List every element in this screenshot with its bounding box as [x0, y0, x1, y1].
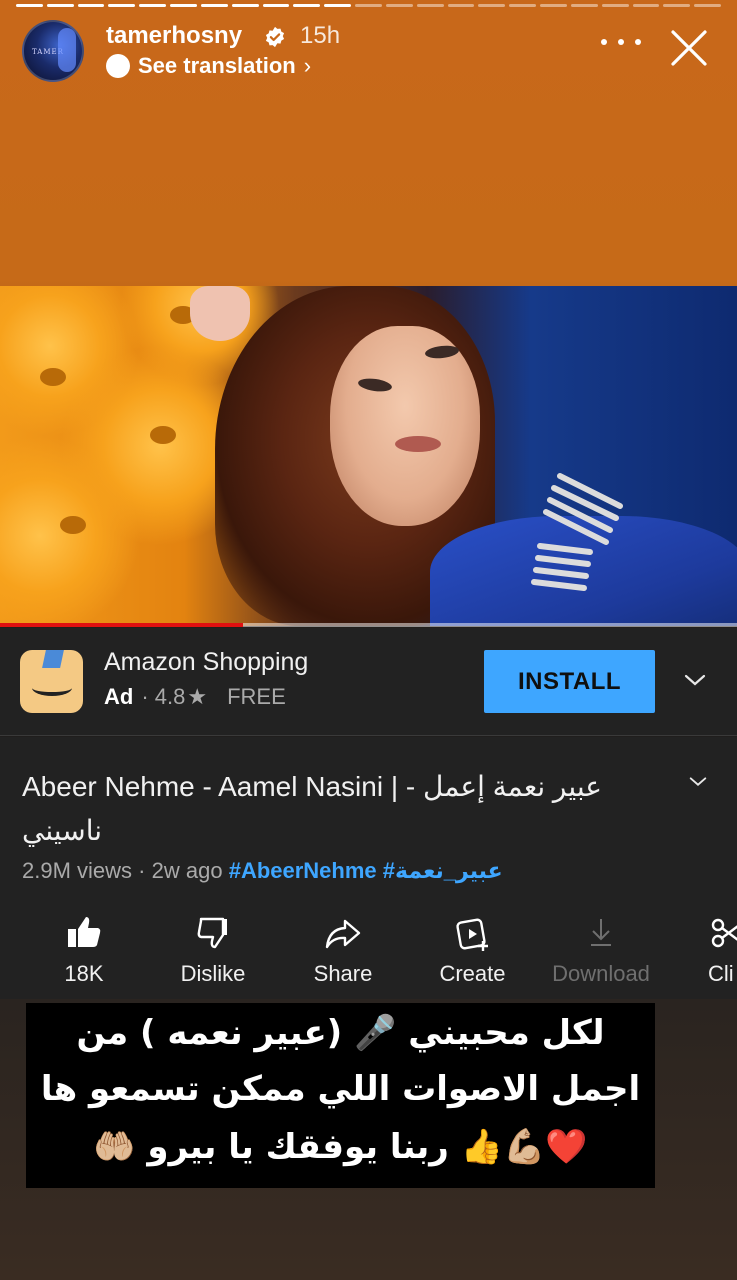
video-info: Abeer Nehme - Aamel Nasini | - عبير نعمة… — [0, 737, 737, 999]
download-label: Download — [552, 961, 650, 986]
story-progress-segment — [694, 4, 722, 7]
view-count: 2.9M views — [22, 858, 133, 883]
dislike-button[interactable]: Dislike — [168, 913, 258, 987]
like-count: 18K — [64, 961, 104, 986]
story-progress-segment — [632, 4, 660, 7]
singer-face — [330, 326, 480, 526]
share-label: Share — [313, 961, 373, 986]
ad-app-name: Amazon Shopping — [104, 648, 309, 676]
post-time: 15h — [300, 22, 341, 49]
caption-line-3: ❤️💪🏼👍 ربنا يوفقك يا بيرو 🤲🏼 — [93, 1127, 588, 1167]
see-translation-button[interactable]: See translation › — [106, 53, 311, 79]
story-caption: لكل محبيني 🎤 (عبير نعمه ) من اجمل الاصوا… — [26, 1003, 655, 1188]
story-progress-segment — [355, 4, 382, 7]
story-header: TAMER tamerhosny 15h See translation › — [22, 20, 723, 84]
share-button[interactable]: Share — [303, 913, 383, 987]
video-title[interactable]: Abeer Nehme - Aamel Nasini | - عبير نعمة… — [22, 765, 622, 853]
ad-rating: 4.8 — [154, 684, 186, 709]
star-icon: ★ — [187, 684, 208, 709]
story-viewer: TAMER tamerhosny 15h See translation › A… — [0, 0, 737, 1280]
create-button[interactable]: Create — [430, 913, 515, 987]
download-button[interactable]: Download — [543, 913, 659, 987]
ad-meta: Ad · 4.8 ★ FREE — [104, 684, 286, 709]
ad-price: FREE — [227, 684, 286, 709]
story-progress-segment — [540, 4, 567, 7]
download-icon — [591, 919, 611, 946]
avatar[interactable]: TAMER — [22, 20, 84, 82]
translate-bubble-icon — [106, 54, 130, 78]
caption-line-1: لكل محبيني 🎤 (عبير نعمه ) من — [76, 1013, 605, 1053]
chevron-down-icon[interactable] — [683, 668, 707, 692]
story-progress-segment — [447, 4, 475, 7]
hashtags[interactable]: #AbeerNehme #عبير_نعمة — [229, 858, 503, 883]
story-progress-segment — [108, 4, 136, 7]
action-bar: 18K Dislike Share Create Download Cli — [0, 913, 737, 993]
story-progress-segment — [663, 4, 691, 7]
story-progress-segment — [570, 4, 598, 7]
story-progress-segment — [509, 4, 537, 7]
create-icon — [455, 918, 488, 951]
story-progress-segment — [601, 4, 629, 7]
share-icon — [325, 919, 361, 949]
upload-date: 2w ago — [151, 858, 223, 883]
video-meta: 2.9M views · 2w ago #AbeerNehme #عبير_نع… — [22, 858, 503, 883]
ad-banner[interactable]: Amazon Shopping Ad · 4.8 ★ FREE INSTALL — [0, 628, 737, 736]
more-options-icon[interactable] — [601, 32, 641, 52]
see-translation-label: See translation — [138, 53, 296, 78]
dislike-label: Dislike — [180, 961, 246, 986]
story-progress-segment — [293, 4, 321, 7]
story-progress-segment — [385, 4, 413, 7]
clip-button[interactable]: Cli — [708, 913, 737, 987]
story-progress-segment — [200, 4, 228, 7]
clip-label: Cli — [708, 961, 734, 986]
caption-line-2: اجمل الاصوات اللي ممكن تسمعو ها — [40, 1069, 641, 1109]
thumbs-up-icon — [68, 917, 101, 947]
story-progress-segment — [262, 4, 290, 7]
story-progress-segment — [46, 4, 74, 7]
thumbs-down-icon — [197, 917, 227, 949]
clip-icon — [711, 918, 737, 948]
install-button[interactable]: INSTALL — [484, 650, 655, 713]
chevron-right-icon: › — [303, 53, 312, 78]
create-label: Create — [439, 961, 506, 986]
verified-badge-icon — [265, 26, 285, 48]
story-progress-segment — [139, 4, 167, 7]
username[interactable]: tamerhosny — [106, 22, 242, 50]
story-progress-segment — [170, 4, 197, 7]
like-button[interactable]: 18K — [44, 913, 124, 987]
ad-tag: Ad — [104, 684, 134, 709]
story-progress-segment — [77, 4, 105, 7]
story-progress-bar — [16, 4, 722, 8]
expand-description-icon[interactable] — [687, 771, 709, 793]
story-progress-segment — [16, 4, 43, 7]
story-progress-segment — [231, 4, 259, 7]
necklace-image — [531, 473, 623, 591]
video-player[interactable] — [0, 286, 737, 626]
video-scrubber-progress — [0, 623, 244, 627]
story-progress-segment — [478, 4, 506, 7]
close-icon[interactable] — [669, 28, 709, 68]
story-progress-segment — [416, 4, 444, 7]
story-progress-segment — [324, 4, 352, 7]
amazon-app-icon — [20, 650, 83, 713]
